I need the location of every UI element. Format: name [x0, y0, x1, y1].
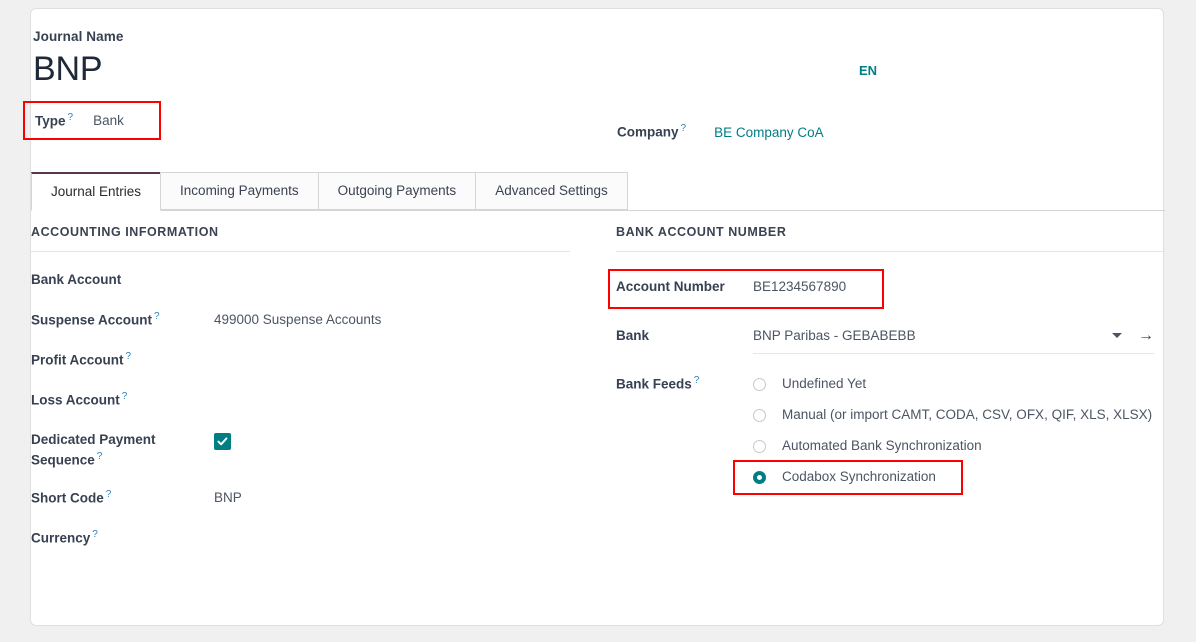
- currency-label: Currency?: [31, 528, 214, 548]
- field-suspense-account[interactable]: Suspense Account? 499000 Suspense Accoun…: [31, 310, 570, 332]
- field-bank-account[interactable]: Bank Account: [31, 270, 570, 292]
- bank-account-number-section: BANK ACCOUNT NUMBER Account Number BE123…: [598, 225, 1165, 550]
- short-code-value[interactable]: BNP: [214, 488, 570, 508]
- radio-label-automated-bank-synchronization[interactable]: Automated Bank Synchronization: [782, 436, 982, 455]
- company-value-link[interactable]: BE Company CoA: [714, 125, 824, 140]
- radio-automated-bank-synchronization[interactable]: Automated Bank Synchronization: [753, 436, 1165, 455]
- tab-incoming-payments[interactable]: Incoming Payments: [160, 172, 319, 210]
- radio-undefined-yet[interactable]: Undefined Yet: [753, 374, 1165, 393]
- chevron-down-icon[interactable]: [1112, 333, 1122, 338]
- accounting-information-title: ACCOUNTING INFORMATION: [31, 225, 570, 252]
- radio-label-undefined-yet[interactable]: Undefined Yet: [782, 374, 866, 393]
- field-short-code[interactable]: Short Code? BNP: [31, 488, 570, 510]
- bank-value-container: BNP Paribas - GEBABEBB →: [753, 326, 1165, 354]
- loss-account-label: Loss Account?: [31, 390, 214, 410]
- type-value[interactable]: Bank: [93, 113, 124, 128]
- help-icon[interactable]: ?: [154, 311, 160, 322]
- help-icon[interactable]: ?: [97, 451, 103, 462]
- help-icon[interactable]: ?: [92, 529, 98, 540]
- bank-account-label: Bank Account: [31, 270, 214, 290]
- tab-journal-entries[interactable]: Journal Entries: [31, 172, 161, 211]
- form-header: Journal Name BNP Type? Bank EN Company? …: [31, 9, 1163, 31]
- dedicated-payment-sequence-value: [214, 430, 570, 453]
- bank-feeds-options: Undefined Yet Manual (or import CAMT, CO…: [753, 374, 1165, 487]
- help-icon[interactable]: ?: [681, 123, 687, 134]
- bank-feeds-label: Bank Feeds?: [616, 374, 753, 394]
- field-profit-account[interactable]: Profit Account?: [31, 350, 570, 372]
- field-account-number[interactable]: Account Number BE1234567890: [616, 269, 1165, 308]
- field-currency[interactable]: Currency?: [31, 528, 570, 550]
- bank-value[interactable]: BNP Paribas - GEBABEBB: [753, 326, 1112, 346]
- help-icon[interactable]: ?: [122, 391, 128, 402]
- journal-name-label: Journal Name: [33, 29, 593, 44]
- account-number-label: Account Number: [616, 277, 753, 297]
- company-field-row: Company? BE Company CoA: [617, 123, 824, 140]
- help-icon[interactable]: ?: [126, 351, 132, 362]
- bank-label: Bank: [616, 326, 753, 346]
- field-loss-account[interactable]: Loss Account?: [31, 390, 570, 412]
- bank-feeds-radio-group: Undefined Yet Manual (or import CAMT, CO…: [753, 374, 1165, 487]
- suspense-account-value[interactable]: 499000 Suspense Accounts: [214, 310, 570, 330]
- bank-select[interactable]: BNP Paribas - GEBABEBB →: [753, 326, 1154, 354]
- journal-form-card: Journal Name BNP Type? Bank EN Company? …: [30, 8, 1164, 626]
- radio-manual-import[interactable]: Manual (or import CAMT, CODA, CSV, OFX, …: [753, 405, 1165, 424]
- help-icon[interactable]: ?: [106, 489, 112, 500]
- tab-panel-journal-entries: ACCOUNTING INFORMATION Bank Account Susp…: [31, 225, 1165, 550]
- short-code-label: Short Code?: [31, 488, 214, 508]
- suspense-account-label: Suspense Account?: [31, 310, 214, 330]
- type-label: Type?: [35, 112, 73, 129]
- dedicated-payment-sequence-checkbox[interactable]: [214, 433, 231, 450]
- bank-account-number-title: BANK ACCOUNT NUMBER: [616, 225, 1165, 252]
- radio-icon[interactable]: [753, 440, 766, 453]
- language-badge[interactable]: EN: [859, 63, 877, 78]
- tab-advanced-settings[interactable]: Advanced Settings: [475, 172, 628, 210]
- tab-outgoing-payments[interactable]: Outgoing Payments: [318, 172, 477, 210]
- internal-link-arrow-icon[interactable]: →: [1138, 328, 1154, 344]
- tab-bar: Journal Entries Incoming Payments Outgoi…: [31, 173, 1165, 211]
- radio-icon[interactable]: [753, 378, 766, 391]
- profit-account-label: Profit Account?: [31, 350, 214, 370]
- account-number-value[interactable]: BE1234567890: [753, 277, 1165, 297]
- journal-name-value[interactable]: BNP: [33, 49, 593, 89]
- journal-name-group: Journal Name BNP: [33, 29, 593, 89]
- help-icon[interactable]: ?: [68, 112, 74, 123]
- help-icon[interactable]: ?: [694, 375, 700, 386]
- field-bank-feeds: Bank Feeds? Undefined Yet Manual (or imp…: [616, 374, 1165, 487]
- company-label: Company?: [617, 123, 686, 140]
- field-bank[interactable]: Bank BNP Paribas - GEBABEBB →: [616, 326, 1165, 354]
- type-field-row[interactable]: Type? Bank: [23, 101, 161, 140]
- radio-label-codabox-synchronization[interactable]: Codabox Synchronization: [782, 467, 936, 486]
- radio-icon-selected[interactable]: [753, 471, 766, 484]
- field-dedicated-payment-sequence[interactable]: Dedicated Payment Sequence?: [31, 430, 570, 470]
- radio-label-manual-import[interactable]: Manual (or import CAMT, CODA, CSV, OFX, …: [782, 405, 1152, 424]
- dedicated-payment-sequence-label: Dedicated Payment Sequence?: [31, 430, 214, 470]
- radio-codabox-synchronization[interactable]: Codabox Synchronization: [753, 467, 1165, 486]
- accounting-information-section: ACCOUNTING INFORMATION Bank Account Susp…: [31, 225, 598, 550]
- radio-icon[interactable]: [753, 409, 766, 422]
